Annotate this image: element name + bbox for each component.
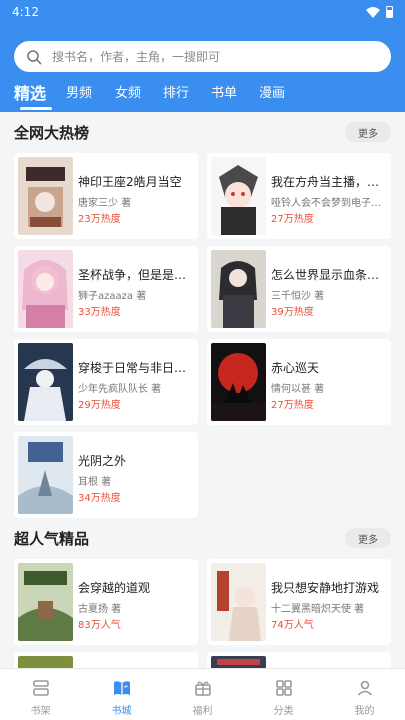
- book-cover: [18, 563, 73, 641]
- nav-category[interactable]: 分类: [243, 669, 324, 720]
- book-cover: [18, 250, 73, 328]
- book-cover: [18, 436, 73, 514]
- book-author: 唐家三少 著: [78, 198, 132, 209]
- status-bar: 4:12: [0, 0, 405, 24]
- book-cover: [211, 343, 266, 421]
- book-card[interactable]: 穿梭于日常与非日常… 少年先疯队队长 著 29万热度: [14, 339, 198, 425]
- wifi-icon: [366, 6, 380, 18]
- nav-welfare[interactable]: 福利: [162, 669, 243, 720]
- book-card[interactable]: 会穿越的道观 古夏扬 著 83万人气: [14, 559, 198, 645]
- book-title: 光阴之外: [78, 454, 127, 468]
- book-card[interactable]: 我在方舟当主播，不… 哑铃人会不会梦到电子歌… 27万热度: [207, 153, 391, 239]
- bottom-navigation: 书架 书城 福利 分类 我的: [0, 668, 405, 720]
- book-cover: [18, 343, 73, 421]
- search-placeholder: 搜书名，作者，主角，一搜即可: [52, 50, 221, 64]
- book-heat: 33万热度: [78, 307, 121, 318]
- book-title: 圣杯战争，但是是神…: [78, 268, 194, 282]
- book-author: 哑铃人会不会梦到电子歌…: [271, 198, 387, 209]
- book-cover: [18, 157, 73, 235]
- tab-female[interactable]: 女频: [115, 82, 163, 110]
- main-content: 全网大热榜 更多 神印王座2皓月当空 唐家三少 著 23万热度 我在方舟当主播，…: [0, 112, 405, 668]
- tab-ranking[interactable]: 排行: [163, 82, 211, 110]
- profile-icon: [357, 680, 372, 696]
- book-author: 三千恒沙 著: [271, 291, 325, 302]
- book-cover: [211, 656, 266, 668]
- book-cover: [18, 656, 73, 668]
- nav-label: 我的: [354, 706, 375, 717]
- gift-icon: [194, 681, 211, 696]
- book-author: 情何以甚 著: [271, 384, 325, 395]
- tab-comics[interactable]: 漫画: [259, 82, 307, 110]
- nav-bookshelf[interactable]: 书架: [0, 669, 81, 720]
- search-bar[interactable]: 搜书名，作者，主角，一搜即可: [14, 41, 391, 72]
- nav-label: 福利: [192, 706, 213, 717]
- book-card[interactable]: 圣杯战争，但是是神… 狮子azaaza 著 33万热度: [14, 246, 198, 332]
- book-cover: [211, 157, 266, 235]
- book-card[interactable]: [14, 652, 198, 668]
- book-card[interactable]: 我只想安静地打游戏 十二翼黑暗炽天使 著 74万人气: [207, 559, 391, 645]
- book-title: 我在方舟当主播，不…: [271, 175, 387, 189]
- nav-label: 分类: [273, 706, 294, 717]
- book-title: 赤心巡天: [271, 361, 320, 375]
- book-title: 会穿越的道观: [78, 581, 151, 595]
- tab-male[interactable]: 男频: [66, 82, 115, 110]
- hot-more-button[interactable]: 更多: [345, 122, 391, 142]
- book-card[interactable]: [207, 652, 391, 668]
- book-city-icon: [113, 681, 130, 695]
- app-header: 4:12 搜书名，作者，主角，一搜即可 精选 男频 女频 排行 书单 漫画: [0, 0, 405, 112]
- book-author: 古夏扬 著: [78, 604, 122, 615]
- nav-label: 书架: [30, 706, 51, 717]
- popular-more-button[interactable]: 更多: [345, 528, 391, 548]
- tab-selected[interactable]: 精选: [14, 80, 58, 110]
- book-card[interactable]: 神印王座2皓月当空 唐家三少 著 23万热度: [14, 153, 198, 239]
- search-icon: [27, 49, 42, 64]
- status-icons: [366, 6, 393, 18]
- popular-section-title: 超人气精品: [14, 529, 90, 548]
- battery-icon: [386, 6, 393, 18]
- status-time: 4:12: [12, 5, 39, 19]
- book-author: 十二翼黑暗炽天使 著: [271, 604, 365, 615]
- book-heat: 74万人气: [271, 620, 314, 631]
- book-title: 怎么世界显示血条了…: [271, 268, 387, 282]
- book-cover: [211, 563, 266, 641]
- book-title: 我只想安静地打游戏: [271, 581, 380, 595]
- category-icon: [275, 680, 292, 696]
- bookshelf-icon: [32, 680, 49, 696]
- book-heat: 83万人气: [78, 620, 121, 631]
- book-card[interactable]: 光阴之外 耳根 著 34万热度: [14, 432, 198, 518]
- book-title: 神印王座2皓月当空: [78, 175, 182, 189]
- nav-label: 书城: [111, 706, 132, 717]
- book-heat: 27万热度: [271, 214, 314, 225]
- book-title: 穿梭于日常与非日常…: [78, 361, 194, 375]
- book-author: 少年先疯队队长 著: [78, 384, 162, 395]
- book-author: 耳根 著: [78, 477, 112, 488]
- nav-profile[interactable]: 我的: [324, 669, 405, 720]
- hot-section-header: 全网大热榜 更多: [14, 119, 391, 145]
- book-heat: 23万热度: [78, 214, 121, 225]
- nav-book-city[interactable]: 书城: [81, 669, 162, 720]
- category-tabs: 精选 男频 女频 排行 书单 漫画: [14, 80, 307, 110]
- book-card[interactable]: 赤心巡天 情何以甚 著 27万热度: [207, 339, 391, 425]
- hot-section-title: 全网大热榜: [14, 123, 90, 142]
- book-heat: 34万热度: [78, 493, 121, 504]
- book-author: 狮子azaaza 著: [78, 291, 147, 302]
- book-heat: 29万热度: [78, 400, 121, 411]
- book-cover: [211, 250, 266, 328]
- popular-section-header: 超人气精品 更多: [14, 525, 391, 551]
- book-heat: 39万热度: [271, 307, 314, 318]
- book-heat: 27万热度: [271, 400, 314, 411]
- tab-booklist[interactable]: 书单: [211, 82, 259, 110]
- book-card[interactable]: 怎么世界显示血条了… 三千恒沙 著 39万热度: [207, 246, 391, 332]
